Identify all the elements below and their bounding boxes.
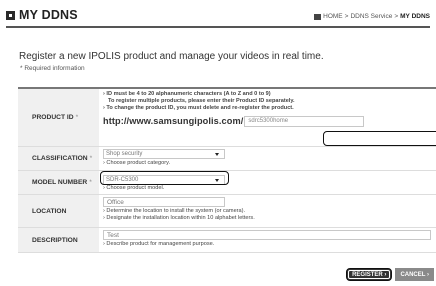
product-id-note-1: › ID must be 4 to 20 alphanumeric charac… [103,91,271,97]
required-info-note: * Required information [20,65,85,72]
product-id-cell: › ID must be 4 to 20 alphanumeric charac… [99,89,436,146]
required-star: * [89,179,92,186]
model-number-note: › Choose product model. [103,185,165,191]
classification-select[interactable]: Shop security [103,149,225,159]
product-url-prefix: http://www.samsungipolis.com/ [103,116,244,127]
required-star: * [75,114,79,121]
description-label-text: DESCRIPTION [32,236,78,244]
description-note: › Describe product for management purpos… [103,241,215,247]
form-buttons: REGISTER › CANCEL › [346,268,434,281]
location-cell: Office › Determine the location to insta… [99,195,436,227]
title-wrap: MY DDNS [6,8,78,22]
title-bullet-icon [6,10,15,20]
location-input[interactable]: Office [103,197,225,207]
product-id-highlight [323,131,436,146]
location-label-text: LOCATION [32,207,67,215]
model-number-cell: SDR-C5300 › Choose product model. [99,171,436,194]
intro-heading: Register a new IPOLIS product and manage… [19,51,324,62]
description-cell: Test › Describe product for management p… [99,228,436,252]
page-header: MY DDNS HOME > DDNS Service > MY DDNS [6,6,430,28]
cancel-button[interactable]: CANCEL › [395,268,434,281]
dropdown-arrow-icon [215,153,219,156]
model-number-row: MODEL NUMBER * SDR-C5300 › Choose product… [18,171,436,195]
breadcrumb-home[interactable]: HOME [323,13,343,20]
product-id-row: PRODUCT ID * › ID must be 4 to 20 alphanu… [18,89,436,147]
location-note-1: › Determine the location to install the … [103,208,246,214]
model-number-highlight [100,171,229,185]
registration-form: PRODUCT ID * › ID must be 4 to 20 alphanu… [18,87,436,253]
product-id-note-2: To register multiple products, please en… [108,98,295,105]
register-button[interactable]: REGISTER › [346,268,393,281]
home-icon [314,13,322,20]
product-id-label: PRODUCT ID * [18,89,99,146]
classification-label: CLASSIFICATION * [18,147,99,170]
location-label: LOCATION [18,195,99,227]
model-number-label: MODEL NUMBER * [18,171,99,194]
breadcrumb-separator: > [344,13,349,20]
required-star: * [89,155,93,162]
description-row: DESCRIPTION Test › Describe product for … [18,228,436,253]
breadcrumb-separator: > [394,13,399,20]
breadcrumb-ddns-service[interactable]: DDNS Service [350,13,392,20]
location-note-2: › Designate the installation location wi… [103,215,255,222]
classification-value: Shop security [106,151,143,157]
description-input[interactable]: Test [103,230,431,240]
classification-row: CLASSIFICATION * Shop security › Choose p… [18,147,436,171]
model-number-label-text: MODEL NUMBER [32,179,88,186]
product-id-url-line: http://www.samsungipolis.com/ sdrc5300ho… [103,115,436,127]
classification-cell: Shop security › Choose product category. [99,147,436,170]
product-id-input[interactable]: sdrc5300home [244,115,365,127]
product-id-label-text: PRODUCT ID [32,114,74,121]
location-row: LOCATION Office › Determine the location… [18,195,436,228]
classification-note: › Choose product category. [103,160,171,166]
description-label: DESCRIPTION [18,228,99,252]
page-title: MY DDNS [19,8,78,22]
breadcrumb: HOME > DDNS Service > MY DDNS [314,13,430,20]
breadcrumb-current: MY DDNS [400,13,430,20]
product-id-note-3: › To change the product ID, you must del… [103,105,294,112]
classification-label-text: CLASSIFICATION [32,155,88,162]
